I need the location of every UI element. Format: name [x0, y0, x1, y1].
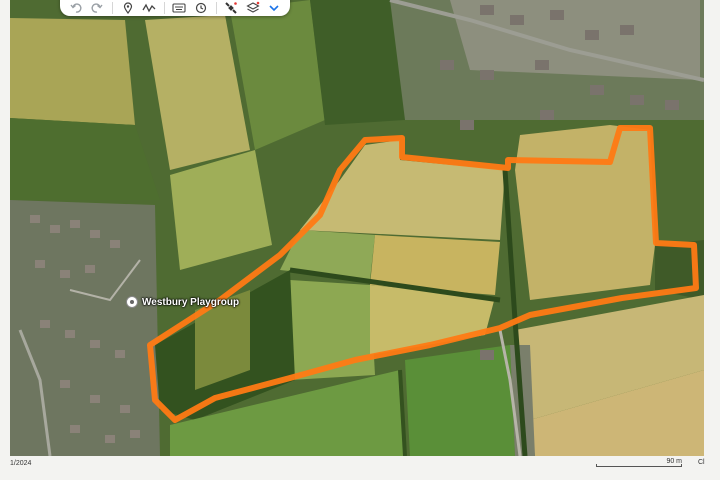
undo-button[interactable] — [66, 0, 86, 16]
draw-path-button[interactable] — [139, 0, 159, 16]
satellite-icon — [225, 2, 237, 14]
scale-bar: 90 m — [596, 458, 686, 469]
keyboard-shortcuts-button[interactable] — [170, 0, 190, 16]
path-icon — [142, 3, 156, 13]
map-toolbar — [60, 0, 290, 16]
toolbar-divider — [163, 2, 165, 14]
place-label: Westbury Playgroup — [142, 296, 240, 308]
history-icon — [195, 2, 206, 14]
satellite-imagery — [10, 0, 704, 456]
place-pin-icon — [126, 296, 138, 308]
more-options-button[interactable] — [264, 0, 284, 16]
redo-button[interactable] — [88, 0, 108, 16]
historical-imagery-button[interactable] — [191, 0, 211, 16]
layers-icon — [246, 1, 260, 13]
toolbar-divider — [112, 2, 113, 14]
chevron-down-icon — [269, 5, 279, 12]
satellite-view-button[interactable] — [221, 0, 241, 16]
footer-corner-text: Cl — [698, 459, 705, 466]
scale-bar-line — [596, 464, 682, 467]
imagery-date: 1/2024 — [10, 460, 32, 467]
map-layers-button[interactable] — [243, 0, 263, 16]
placemark-icon — [123, 2, 132, 14]
satellite-map[interactable]: Westbury Playgroup — [10, 0, 704, 456]
toolbar-divider — [215, 2, 217, 14]
add-placemark-button[interactable] — [118, 0, 138, 16]
keyboard-icon — [172, 3, 186, 13]
westbury-playgroup-marker[interactable]: Westbury Playgroup — [126, 296, 239, 308]
undo-icon — [70, 3, 82, 13]
redo-icon — [91, 3, 103, 13]
